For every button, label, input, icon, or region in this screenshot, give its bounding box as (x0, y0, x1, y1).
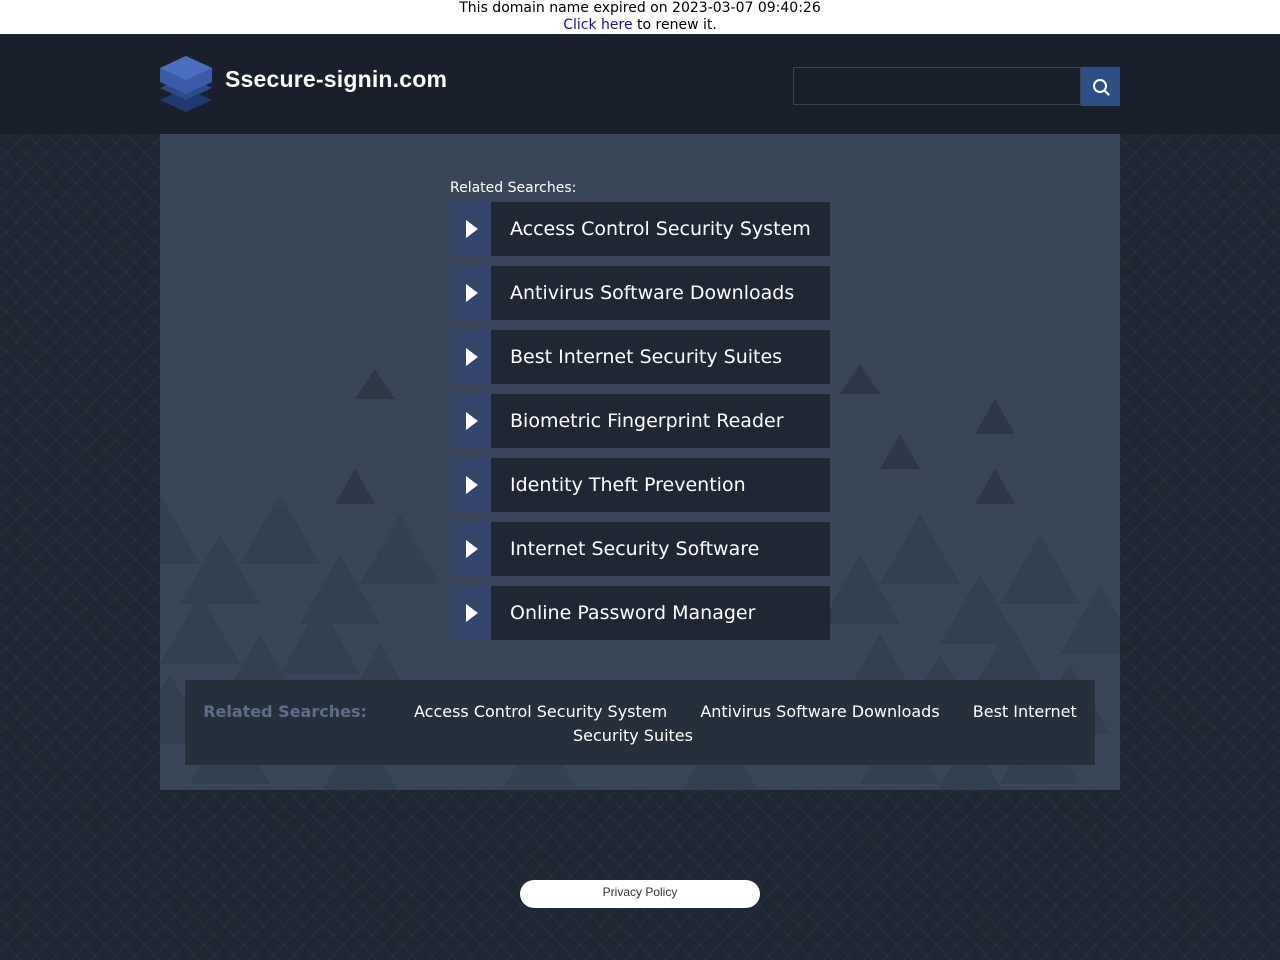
bottom-link-antivirus[interactable]: Antivirus Software Downloads (700, 702, 939, 721)
arrow-right-icon (450, 394, 491, 448)
related-link-label: Best Internet Security Suites (510, 346, 783, 368)
expiry-message: This domain name expired on 2023-03-07 0… (459, 0, 821, 16)
related-link-biometric[interactable]: Biometric Fingerprint Reader (450, 394, 830, 448)
search-button[interactable] (1081, 67, 1120, 106)
related-link-label: Biometric Fingerprint Reader (510, 410, 784, 432)
related-searches-label: Related Searches: (450, 180, 577, 196)
related-link-label: Antivirus Software Downloads (510, 282, 795, 304)
content-panel: Related Searches: Access Control Securit… (160, 134, 1120, 790)
bottom-related-searches: Related Searches: Access Control Securit… (185, 680, 1095, 765)
related-link-password-manager[interactable]: Online Password Manager (450, 586, 830, 640)
search-icon (1092, 78, 1110, 96)
bottom-link-access-control[interactable]: Access Control Security System (414, 702, 667, 721)
renew-suffix: to renew it. (632, 17, 717, 33)
related-searches-list: Access Control Security System Antivirus… (450, 202, 830, 650)
related-link-internet-security-software[interactable]: Internet Security Software (450, 522, 830, 576)
related-link-access-control[interactable]: Access Control Security System (450, 202, 830, 256)
related-link-label: Identity Theft Prevention (510, 474, 746, 496)
related-link-label: Internet Security Software (510, 538, 760, 560)
arrow-right-icon (450, 202, 491, 256)
bottom-related-label: Related Searches: (203, 702, 367, 721)
site-logo-text[interactable]: Ssecure-signin.com (225, 66, 447, 93)
domain-expiry-notice: This domain name expired on 2023-03-07 0… (0, 0, 1280, 34)
arrow-right-icon (450, 586, 491, 640)
related-link-antivirus[interactable]: Antivirus Software Downloads (450, 266, 830, 320)
search-input[interactable] (793, 67, 1081, 105)
related-link-label: Access Control Security System (510, 218, 811, 240)
renew-line: Click here to renew it. (0, 17, 1280, 34)
arrow-right-icon (450, 266, 491, 320)
site-header: Ssecure-signin.com (0, 34, 1280, 134)
arrow-right-icon (450, 330, 491, 384)
related-link-best-internet-security[interactable]: Best Internet Security Suites (450, 330, 830, 384)
privacy-policy-link[interactable]: Privacy Policy (520, 880, 760, 908)
arrow-right-icon (450, 522, 491, 576)
stacked-layers-icon (160, 56, 212, 112)
renew-link[interactable]: Click here (563, 17, 632, 33)
related-link-label: Online Password Manager (510, 602, 756, 624)
related-link-identity-theft[interactable]: Identity Theft Prevention (450, 458, 830, 512)
arrow-right-icon (450, 458, 491, 512)
